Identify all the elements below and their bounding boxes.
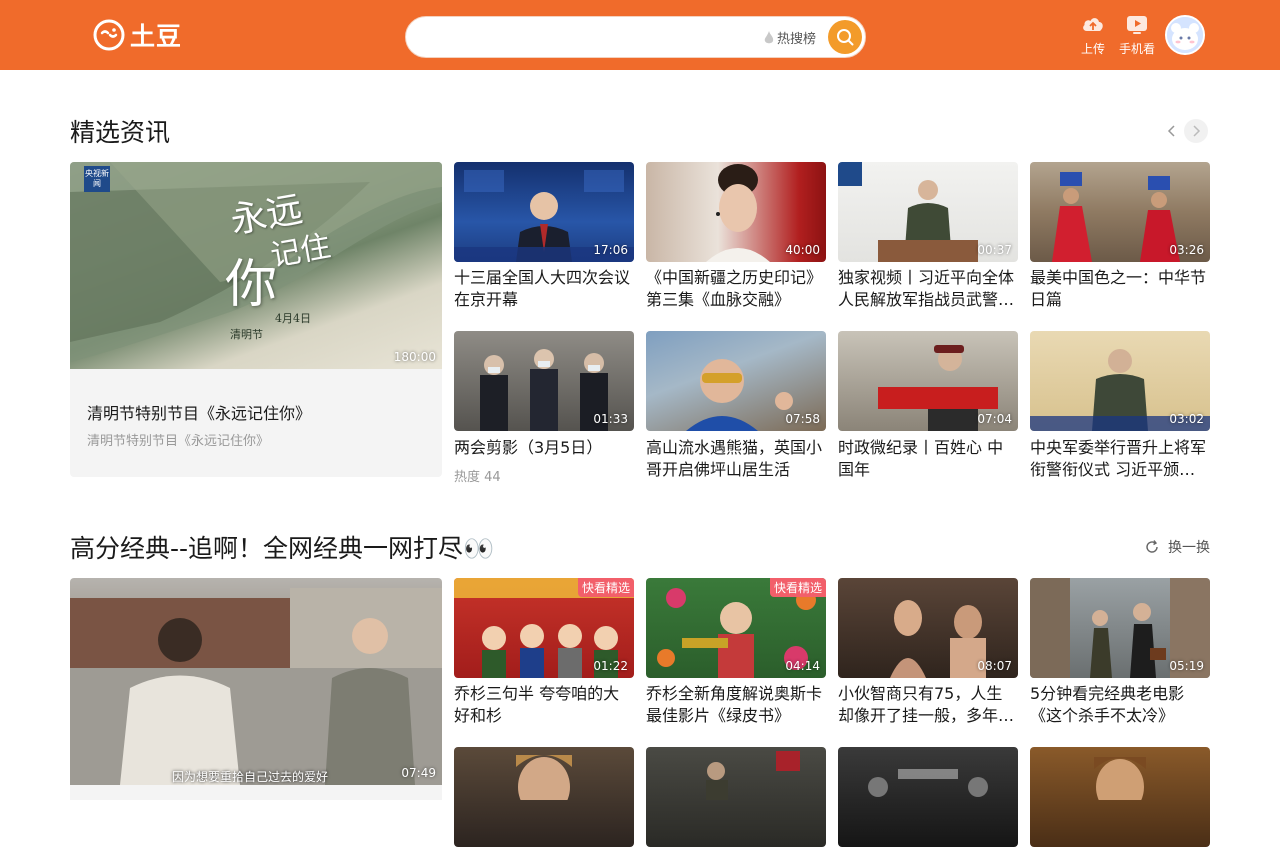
video-duration: 04:14 <box>785 659 820 673</box>
search-input[interactable] <box>424 25 754 49</box>
video-thumbnail[interactable]: 07:58 <box>646 331 826 431</box>
chevron-left-icon <box>1167 125 1175 137</box>
video-thumbnail[interactable]: 快看精选 01:22 <box>454 578 634 678</box>
subtitle-caption: 因为想要重拾自己过去的爱好 <box>172 770 329 784</box>
featured-badge: 快看精选 <box>769 578 826 597</box>
flame-icon <box>764 30 774 43</box>
video-title[interactable]: 两会剪影（3月5日） <box>454 437 634 459</box>
refresh-label: 换一换 <box>1168 540 1210 556</box>
schindlers-list-poster <box>868 769 988 797</box>
video-duration: 05:19 <box>1169 659 1204 673</box>
video-duration: 03:26 <box>1169 243 1204 257</box>
video-thumbnail[interactable]: 03:02 <box>1030 331 1210 431</box>
feature-video-thumbnail[interactable]: 央视新闻 永远 记住 你 4月4日 清明节 180:00 <box>70 162 442 369</box>
view-heat-count: 热度 44 <box>454 470 501 485</box>
carousel-nav <box>1160 119 1208 143</box>
carousel-prev-button[interactable] <box>1160 119 1184 143</box>
video-title[interactable]: 乔杉三句半 夸夸咱的大好和杉 <box>454 683 634 727</box>
video-thumbnail[interactable]: 01:33 <box>454 331 634 431</box>
upload-label: 上传 <box>1080 42 1105 56</box>
video-thumbnail[interactable]: 03:26 <box>1030 162 1210 262</box>
video-duration: 08:07 <box>977 659 1012 673</box>
search-box: 热搜榜 <box>405 16 866 58</box>
video-duration: 01:33 <box>593 412 628 426</box>
video-duration: 07:49 <box>401 766 436 780</box>
video-duration: 40:00 <box>785 243 820 257</box>
video-duration: 01:22 <box>593 659 628 673</box>
video-thumbnail[interactable]: 快看精选 04:14 <box>646 578 826 678</box>
video-duration: 17:06 <box>593 243 628 257</box>
search-button[interactable] <box>828 20 862 54</box>
video-title[interactable]: 独家视频丨习近平向全体人民解放军指战员武警… <box>838 267 1018 311</box>
video-duration: 07:04 <box>977 412 1012 426</box>
hot-search-label: 热搜榜 <box>777 32 817 47</box>
video-thumbnail[interactable] <box>454 747 634 847</box>
prison-yard-scene <box>70 588 442 785</box>
featured-badge: 快看精选 <box>577 578 634 597</box>
war-scene-image <box>706 751 800 800</box>
video-duration: 180:00 <box>393 350 436 364</box>
video-title[interactable]: 高山流水遇熊猫，英国小哥开启佛坪山居生活 <box>646 437 826 481</box>
logo-icon <box>93 19 125 51</box>
video-title[interactable]: 乔杉全新角度解说奥斯卡最佳影片《绿皮书》 <box>646 683 826 727</box>
art-text-ni: 你 <box>225 255 278 315</box>
section-title-news: 精选资讯 <box>70 118 171 147</box>
feature-video-title[interactable]: 清明节特别节目《永远记住你》 <box>87 400 311 424</box>
top-header: 土豆 热搜榜 上传 手机看 <box>0 0 1280 70</box>
video-title[interactable]: 《中国新疆之历史印记》第三集《血脉交融》 <box>646 267 826 311</box>
feature-info-panel: 清明节特别节目《永远记住你》 清明节特别节目《永远记住你》 <box>70 369 442 477</box>
video-thumbnail[interactable]: 00:37 <box>838 162 1018 262</box>
feature-info-panel-2 <box>70 785 442 800</box>
upload-button[interactable]: 上传 <box>1073 14 1113 57</box>
art-festival: 清明节 <box>230 328 263 341</box>
feature-video-subtitle: 清明节特别节目《永远记住你》 <box>87 434 270 449</box>
site-logo[interactable]: 土豆 <box>92 17 182 53</box>
mobile-watch-button[interactable]: 手机看 <box>1117 14 1157 57</box>
logo-text: 土豆 <box>130 22 183 51</box>
actor-closeup-image <box>516 755 572 800</box>
chevron-right-icon <box>1193 125 1201 137</box>
hot-search-link[interactable]: 热搜榜 <box>764 28 816 47</box>
video-duration: 07:58 <box>785 412 820 426</box>
refresh-button[interactable]: 换一换 <box>1144 537 1210 557</box>
video-thumbnail[interactable]: 08:07 <box>838 578 1018 678</box>
feature-video-thumbnail[interactable]: 因为想要重拾自己过去的爱好 07:49 <box>70 578 442 785</box>
video-thumbnail[interactable]: 40:00 <box>646 162 826 262</box>
art-date: 4月4日 <box>275 312 311 325</box>
cctv-news-logo: 央视新闻 <box>84 166 110 192</box>
carousel-next-button[interactable] <box>1184 119 1208 143</box>
refresh-icon <box>1146 540 1158 553</box>
video-title[interactable]: 最美中国色之一：中华节日篇 <box>1030 267 1210 311</box>
video-thumbnail[interactable]: 07:04 <box>838 331 1018 431</box>
video-thumbnail[interactable]: 05:19 <box>1030 578 1210 678</box>
user-avatar[interactable] <box>1165 15 1205 55</box>
avatar-face-icon <box>1167 17 1203 53</box>
video-title[interactable]: 十三届全国人大四次会议在京开幕 <box>454 267 634 311</box>
video-thumbnail[interactable] <box>646 747 826 847</box>
video-duration: 00:37 <box>977 243 1012 257</box>
search-icon <box>837 29 854 46</box>
video-title[interactable]: 5分钟看完经典老电影《这个杀手不太冷》 <box>1030 683 1210 727</box>
video-title[interactable]: 时政微纪录丨百姓心 中国年 <box>838 437 1018 481</box>
video-thumbnail[interactable] <box>1030 747 1210 847</box>
mobile-watch-label: 手机看 <box>1118 42 1155 56</box>
video-title[interactable]: 小伙智商只有75，人生却像开了挂一般，多年后… <box>838 683 1018 727</box>
section-title-classics: 高分经典--追啊！全网经典一网打尽👀 <box>70 534 495 563</box>
video-title[interactable]: 中央军委举行晋升上将军衔警衔仪式 习近平颁… <box>1030 437 1210 481</box>
actor-portrait-image <box>1094 757 1146 800</box>
video-thumbnail[interactable] <box>838 747 1018 847</box>
tv-play-icon <box>1127 16 1147 34</box>
video-thumbnail[interactable]: 17:06 <box>454 162 634 262</box>
video-duration: 03:02 <box>1169 412 1204 426</box>
upload-cloud-icon <box>1083 18 1103 31</box>
